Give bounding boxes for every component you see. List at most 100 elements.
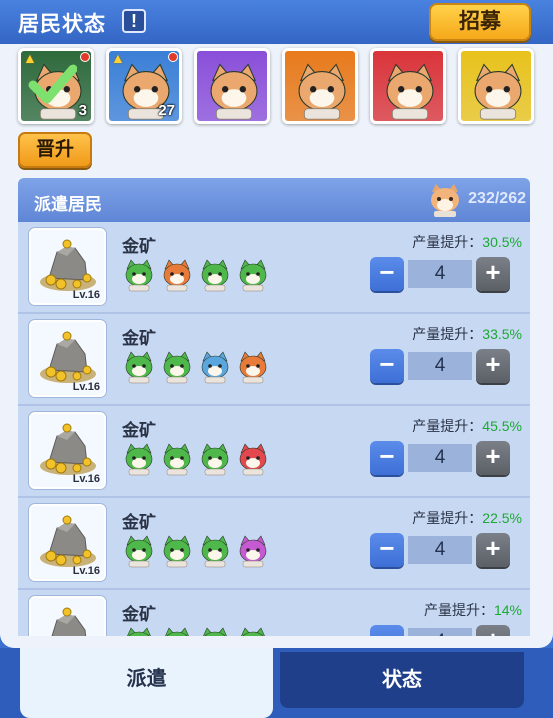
resident-status-window: 居民状态 ! 招募 ▲ 3 ▲ 27 晋升 派遣居民 232/262 Lv.16 金矿产… [0,0,553,718]
worker-cat-icon [125,351,153,384]
tab-dispatch[interactable]: 派遣 [20,648,273,718]
worker-cat [198,258,232,292]
worker-count-stepper: −4+ [370,441,510,475]
tier-card[interactable] [370,48,446,124]
tier-count: 27 [158,102,175,119]
resident-cat-icon [210,63,258,120]
increase-button[interactable]: + [476,257,510,291]
production-bonus: 产量提升：14% [424,600,522,620]
gold-mine-thumbnail[interactable]: Lv.16 [29,412,106,489]
bonus-value: 30.5% [482,234,522,250]
worker-cat-icon [239,351,267,384]
bonus-value: 33.5% [482,326,522,342]
bonus-value: 22.5% [482,510,522,526]
bonus-value: 45.5% [482,418,522,434]
decrease-button[interactable]: − [370,441,404,475]
list-item: Lv.16 金矿 产量提升：30.5% −4 + [18,222,530,314]
worker-cat-icon [239,259,267,292]
worker-cat [122,534,156,568]
resident-cat-icon [431,184,459,217]
notification-dot-icon [168,52,178,62]
worker-cat-icon [201,535,229,568]
bonus-label: 产量提升： [412,510,483,526]
decrease-button[interactable]: − [370,533,404,567]
gold-mine-thumbnail[interactable]: Lv.16 [29,228,106,305]
production-bonus: 产量提升：30.5% [412,232,522,252]
worker-cat [160,350,194,384]
list-item: Lv.16 金矿 产量提升：45.5% −4 + [18,406,530,498]
tier-card[interactable]: ▲ 3 [18,48,94,124]
worker-cat [236,626,270,636]
worker-cat [160,626,194,636]
bonus-value: 14% [493,602,522,618]
worker-count-value: 4 [408,444,472,472]
building-name: 金矿 [122,237,156,256]
mine-level: Lv.16 [72,473,100,485]
recruit-button[interactable]: 招募 [429,3,531,41]
list-item: Lv.16 金矿 产量提升：22.5% −4 + [18,498,530,590]
worker-cat [160,534,194,568]
worker-cat [236,258,270,292]
gold-mine-thumbnail[interactable]: Lv.16 [29,320,106,397]
gold-mine-icon [40,331,96,383]
resident-cat-icon [298,63,346,120]
tab-status[interactable]: 状态 [280,652,524,708]
mine-level: Lv.16 [72,565,100,577]
bottom-tabs: 派遣 状态 [0,648,553,718]
worker-count-value: 4 [408,260,472,288]
worker-count-value: 4 [408,352,472,380]
worker-cat-icon [201,443,229,476]
bonus-label: 产量提升： [423,602,494,618]
resident-cat-icon [474,63,522,120]
list-item: Lv.16 金矿 产量提升：33.5% −4 + [18,314,530,406]
worker-cat-icon [239,535,267,568]
assigned-workers [122,626,274,636]
tier-card[interactable] [282,48,358,124]
tier-card[interactable]: ▲ 27 [106,48,182,124]
production-bonus: 产量提升：22.5% [412,508,522,528]
worker-cat [236,534,270,568]
tier-card[interactable] [458,48,534,124]
upgrade-arrow-icon: ▲ [111,50,125,66]
gold-mine-icon [51,607,87,636]
resident-cat-icon [386,63,434,120]
title-bar: 居民状态 ! 招募 [0,0,553,44]
dispatch-title: 派遣居民 [34,195,102,214]
bonus-label: 产量提升： [412,418,483,434]
mine-level: Lv.16 [72,381,100,393]
tier-card[interactable] [194,48,270,124]
worker-cat-icon [163,351,191,384]
increase-button[interactable]: + [476,349,510,383]
gold-mine-thumbnail[interactable]: Lv.16 [29,504,106,581]
worker-cat [198,626,232,636]
building-name: 金矿 [122,329,156,348]
worker-cat [236,350,270,384]
bonus-label: 产量提升： [412,326,483,342]
gold-mine-thumbnail[interactable]: Lv.16 [29,596,106,636]
checkmark-icon [28,64,77,104]
worker-cat-icon [163,443,191,476]
dispatch-capacity: 232/262 [468,190,526,207]
worker-cat-icon [127,627,151,636]
mine-level: Lv.16 [72,289,100,301]
decrease-button[interactable]: − [370,625,404,636]
worker-count-value: 4 [408,536,472,564]
worker-cat-icon [201,259,229,292]
increase-button[interactable]: + [476,533,510,567]
assigned-workers [122,350,274,384]
dispatch-list[interactable]: Lv.16 金矿 产量提升：30.5% −4 + Lv.16 金矿 产量提升：33.5% −4 +… [18,222,530,636]
info-icon[interactable]: ! [122,9,146,33]
decrease-button[interactable]: − [370,349,404,383]
decrease-button[interactable]: − [370,257,404,291]
worker-count-stepper: −4+ [370,533,510,567]
building-name: 金矿 [122,421,156,440]
tier-count: 3 [78,102,87,119]
increase-button[interactable]: + [476,441,510,475]
promote-button[interactable]: 晋升 [18,132,92,168]
increase-button[interactable]: + [476,625,510,636]
assigned-workers [122,258,274,292]
assigned-workers [122,534,274,568]
worker-count-stepper: −4+ [370,257,510,291]
worker-cat [198,534,232,568]
worker-cat-icon [241,627,265,636]
